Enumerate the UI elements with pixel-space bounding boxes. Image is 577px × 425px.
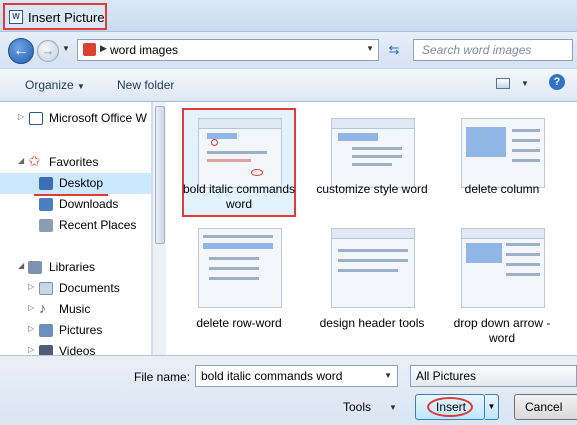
nav-item-label: Music	[59, 302, 91, 316]
nav-item-videos[interactable]: ▷ Videos	[0, 341, 151, 355]
help-icon[interactable]: ?	[549, 74, 565, 90]
expand-icon[interactable]: ▷	[28, 345, 34, 354]
nav-item-label: Recent Places	[59, 218, 137, 232]
file-thumbnail	[461, 228, 545, 308]
nav-item-favorites[interactable]: ◢ ✩ Favorites	[0, 152, 151, 173]
window-title: Insert Picture	[28, 10, 105, 25]
nav-item-recent-places[interactable]: Recent Places	[0, 215, 151, 236]
back-button[interactable]: ←	[8, 38, 34, 64]
nav-item-label: Microsoft Office W	[49, 111, 147, 125]
nav-item-label: Videos	[59, 344, 96, 355]
nav-item-microsoft-office-word[interactable]: ▷ Microsoft Office W	[0, 108, 151, 129]
expand-icon[interactable]: ▷	[28, 303, 34, 312]
file-thumbnail	[331, 118, 415, 188]
forward-arrow-icon: →	[41, 43, 55, 58]
organize-button[interactable]: Organize ▼	[25, 78, 85, 92]
scrollbar-thumb[interactable]	[155, 106, 165, 244]
folder-icon	[83, 43, 96, 56]
file-name: bold italic commands word	[182, 182, 296, 211]
file-name-input[interactable]: bold italic commands word ▼	[195, 365, 398, 387]
nav-item-label: Pictures	[59, 323, 103, 337]
breadcrumb[interactable]: word images	[110, 43, 178, 57]
file-list: bold italic commands word customize styl…	[168, 102, 577, 355]
tools-button[interactable]: Tools	[343, 400, 371, 414]
change-view-icon[interactable]	[496, 78, 510, 89]
expand-icon[interactable]: ▷	[28, 282, 34, 291]
cancel-label: Cancel	[525, 400, 563, 414]
nav-item-music[interactable]: ▷ ♪ Music	[0, 299, 151, 320]
nav-item-documents[interactable]: ▷ Documents	[0, 278, 151, 299]
expand-icon[interactable]: ▷	[28, 324, 34, 333]
file-name-value: bold italic commands word	[201, 369, 343, 383]
file-name-label: File name:	[134, 370, 191, 384]
nav-item-label: Desktop	[59, 176, 104, 190]
title-bar: W Insert Picture	[0, 0, 577, 32]
address-dropdown-icon[interactable]: ▼	[366, 44, 374, 53]
nav-item-pictures[interactable]: ▷ Pictures	[0, 320, 151, 341]
dialog-footer: File name: bold italic commands word ▼ A…	[0, 355, 577, 425]
nav-item-label: Documents	[59, 281, 120, 295]
breadcrumb-separator-icon[interactable]: ▶	[100, 43, 107, 54]
downloads-icon	[39, 198, 53, 211]
file-thumbnail	[198, 118, 282, 188]
insert-options-dropdown[interactable]: ▼	[485, 394, 499, 420]
nav-item-label: Downloads	[59, 197, 119, 211]
address-field[interactable]: ▶ word images ▼	[77, 39, 379, 61]
word-document-icon: W	[9, 10, 23, 24]
collapse-icon[interactable]: ◢	[18, 261, 24, 270]
chevron-down-icon: ▼	[77, 82, 85, 91]
command-toolbar: Organize ▼ New folder ▼ ?	[0, 68, 577, 102]
word-icon	[29, 112, 43, 125]
recent-pages-dropdown[interactable]: ▼	[62, 44, 70, 53]
chevron-down-icon[interactable]: ▼	[389, 403, 397, 412]
collapse-icon[interactable]: ◢	[18, 156, 24, 165]
organize-label: Organize	[25, 78, 74, 92]
file-name: delete column	[464, 182, 540, 196]
desktop-icon	[39, 177, 53, 190]
file-name: customize style word	[316, 182, 428, 196]
navigation-scrollbar[interactable]	[152, 102, 166, 355]
view-options-dropdown[interactable]: ▼	[521, 79, 529, 88]
address-bar: ← → ▼ ▶ word images ▼ ⇆ Search word imag…	[0, 32, 577, 68]
file-thumbnail	[198, 228, 282, 308]
insert-label: Insert	[435, 400, 466, 414]
navigation-pane: ▷ Microsoft Office W ◢ ✩ Favorites Deskt…	[0, 102, 152, 355]
file-type-value: All Pictures	[416, 369, 477, 383]
back-arrow-icon: ←	[13, 42, 29, 59]
forward-button[interactable]: →	[37, 40, 59, 62]
refresh-icon: ⇆	[388, 42, 400, 57]
file-thumbnail	[461, 118, 545, 188]
refresh-button[interactable]: ⇆	[385, 42, 403, 58]
cancel-button[interactable]: Cancel	[514, 394, 577, 420]
insert-button[interactable]: Insert	[415, 394, 485, 420]
pictures-icon	[39, 324, 53, 337]
music-icon: ♪	[39, 300, 46, 316]
search-input[interactable]: Search word images	[413, 39, 573, 61]
nav-item-desktop[interactable]: Desktop	[0, 173, 151, 194]
nav-item-libraries[interactable]: ◢ Libraries	[0, 257, 151, 278]
videos-icon	[39, 345, 53, 355]
libraries-icon	[28, 261, 42, 274]
documents-icon	[39, 282, 53, 295]
title-highlight: W Insert Picture	[3, 3, 107, 30]
nav-item-label: Libraries	[49, 260, 96, 274]
file-name: design header tools	[319, 316, 425, 330]
file-thumbnail	[331, 228, 415, 308]
nav-item-label: Favorites	[49, 155, 99, 169]
expand-icon[interactable]: ▷	[18, 112, 24, 121]
star-icon: ✩	[28, 153, 41, 170]
recent-places-icon	[39, 219, 53, 232]
search-placeholder: Search word images	[422, 43, 532, 57]
file-type-select[interactable]: All Pictures	[410, 365, 577, 387]
new-folder-button[interactable]: New folder	[117, 78, 174, 92]
file-name: drop down arrow - word	[453, 316, 551, 345]
nav-item-downloads[interactable]: Downloads	[0, 194, 151, 215]
file-name: delete row-word	[196, 316, 282, 330]
chevron-down-icon[interactable]: ▼	[384, 371, 392, 380]
